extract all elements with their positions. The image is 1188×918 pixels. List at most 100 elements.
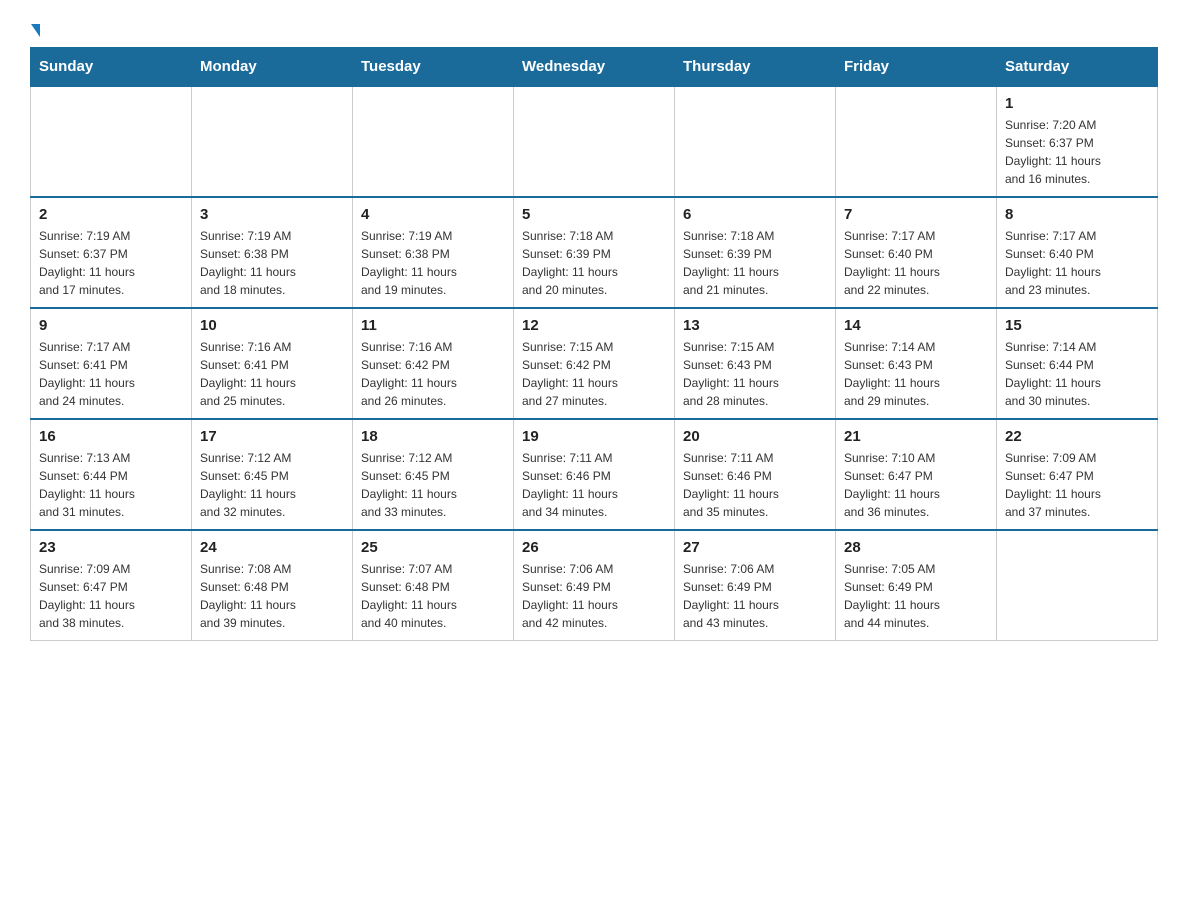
calendar-header-row: SundayMondayTuesdayWednesdayThursdayFrid…	[31, 48, 1158, 87]
day-number: 9	[39, 317, 183, 334]
day-number: 15	[1005, 317, 1149, 334]
calendar-cell	[353, 86, 514, 197]
day-info: Sunrise: 7:17 AM Sunset: 6:40 PM Dayligh…	[844, 227, 988, 299]
day-number: 13	[683, 317, 827, 334]
calendar-cell: 16 Sunrise: 7:13 AM Sunset: 6:44 PM Dayli…	[31, 419, 192, 530]
day-number: 26	[522, 539, 666, 556]
calendar-cell: 18 Sunrise: 7:12 AM Sunset: 6:45 PM Dayli…	[353, 419, 514, 530]
calendar-week-row: 9 Sunrise: 7:17 AM Sunset: 6:41 PM Daylig…	[31, 308, 1158, 419]
day-info: Sunrise: 7:17 AM Sunset: 6:40 PM Dayligh…	[1005, 227, 1149, 299]
day-info: Sunrise: 7:16 AM Sunset: 6:42 PM Dayligh…	[361, 338, 505, 410]
day-info: Sunrise: 7:06 AM Sunset: 6:49 PM Dayligh…	[683, 560, 827, 632]
calendar-cell: 9 Sunrise: 7:17 AM Sunset: 6:41 PM Daylig…	[31, 308, 192, 419]
calendar-cell: 23 Sunrise: 7:09 AM Sunset: 6:47 PM Dayli…	[31, 530, 192, 641]
day-number: 7	[844, 206, 988, 223]
day-number: 25	[361, 539, 505, 556]
day-number: 24	[200, 539, 344, 556]
weekday-header-saturday: Saturday	[997, 48, 1158, 87]
calendar-week-row: 23 Sunrise: 7:09 AM Sunset: 6:47 PM Dayli…	[31, 530, 1158, 641]
calendar-cell: 11 Sunrise: 7:16 AM Sunset: 6:42 PM Dayli…	[353, 308, 514, 419]
calendar-cell: 8 Sunrise: 7:17 AM Sunset: 6:40 PM Daylig…	[997, 197, 1158, 308]
day-info: Sunrise: 7:18 AM Sunset: 6:39 PM Dayligh…	[522, 227, 666, 299]
calendar-table: SundayMondayTuesdayWednesdayThursdayFrid…	[30, 47, 1158, 641]
day-number: 16	[39, 428, 183, 445]
day-info: Sunrise: 7:14 AM Sunset: 6:44 PM Dayligh…	[1005, 338, 1149, 410]
day-number: 8	[1005, 206, 1149, 223]
day-number: 21	[844, 428, 988, 445]
day-info: Sunrise: 7:14 AM Sunset: 6:43 PM Dayligh…	[844, 338, 988, 410]
day-number: 17	[200, 428, 344, 445]
day-number: 1	[1005, 95, 1149, 112]
day-info: Sunrise: 7:11 AM Sunset: 6:46 PM Dayligh…	[683, 449, 827, 521]
day-info: Sunrise: 7:07 AM Sunset: 6:48 PM Dayligh…	[361, 560, 505, 632]
day-info: Sunrise: 7:09 AM Sunset: 6:47 PM Dayligh…	[39, 560, 183, 632]
calendar-cell: 26 Sunrise: 7:06 AM Sunset: 6:49 PM Dayli…	[514, 530, 675, 641]
calendar-cell: 13 Sunrise: 7:15 AM Sunset: 6:43 PM Dayli…	[675, 308, 836, 419]
day-info: Sunrise: 7:08 AM Sunset: 6:48 PM Dayligh…	[200, 560, 344, 632]
weekday-header-tuesday: Tuesday	[353, 48, 514, 87]
day-number: 20	[683, 428, 827, 445]
calendar-cell: 2Sunrise: 7:19 AM Sunset: 6:37 PM Daylig…	[31, 197, 192, 308]
weekday-header-sunday: Sunday	[31, 48, 192, 87]
calendar-cell: 1 Sunrise: 7:20 AM Sunset: 6:37 PM Daylig…	[997, 86, 1158, 197]
calendar-cell: 7 Sunrise: 7:17 AM Sunset: 6:40 PM Daylig…	[836, 197, 997, 308]
day-number: 4	[361, 206, 505, 223]
day-info: Sunrise: 7:09 AM Sunset: 6:47 PM Dayligh…	[1005, 449, 1149, 521]
calendar-cell	[192, 86, 353, 197]
day-number: 19	[522, 428, 666, 445]
weekday-header-wednesday: Wednesday	[514, 48, 675, 87]
day-info: Sunrise: 7:16 AM Sunset: 6:41 PM Dayligh…	[200, 338, 344, 410]
weekday-header-thursday: Thursday	[675, 48, 836, 87]
calendar-cell: 12 Sunrise: 7:15 AM Sunset: 6:42 PM Dayli…	[514, 308, 675, 419]
calendar-cell: 4 Sunrise: 7:19 AM Sunset: 6:38 PM Daylig…	[353, 197, 514, 308]
calendar-cell: 25 Sunrise: 7:07 AM Sunset: 6:48 PM Dayli…	[353, 530, 514, 641]
logo	[30, 20, 40, 37]
day-number: 3	[200, 206, 344, 223]
calendar-cell: 17 Sunrise: 7:12 AM Sunset: 6:45 PM Dayli…	[192, 419, 353, 530]
day-number: 23	[39, 539, 183, 556]
day-number: 2	[39, 206, 183, 223]
day-info: Sunrise: 7:19 AM Sunset: 6:38 PM Dayligh…	[200, 227, 344, 299]
calendar-cell: 27Sunrise: 7:06 AM Sunset: 6:49 PM Dayli…	[675, 530, 836, 641]
day-info: Sunrise: 7:15 AM Sunset: 6:42 PM Dayligh…	[522, 338, 666, 410]
calendar-cell: 22 Sunrise: 7:09 AM Sunset: 6:47 PM Dayli…	[997, 419, 1158, 530]
calendar-cell	[997, 530, 1158, 641]
calendar-cell: 24 Sunrise: 7:08 AM Sunset: 6:48 PM Dayli…	[192, 530, 353, 641]
calendar-cell: 19 Sunrise: 7:11 AM Sunset: 6:46 PM Dayli…	[514, 419, 675, 530]
day-info: Sunrise: 7:13 AM Sunset: 6:44 PM Dayligh…	[39, 449, 183, 521]
day-number: 5	[522, 206, 666, 223]
day-number: 12	[522, 317, 666, 334]
day-number: 11	[361, 317, 505, 334]
day-info: Sunrise: 7:12 AM Sunset: 6:45 PM Dayligh…	[200, 449, 344, 521]
day-info: Sunrise: 7:15 AM Sunset: 6:43 PM Dayligh…	[683, 338, 827, 410]
calendar-cell: 28 Sunrise: 7:05 AM Sunset: 6:49 PM Dayli…	[836, 530, 997, 641]
calendar-week-row: 16 Sunrise: 7:13 AM Sunset: 6:44 PM Dayli…	[31, 419, 1158, 530]
day-info: Sunrise: 7:17 AM Sunset: 6:41 PM Dayligh…	[39, 338, 183, 410]
calendar-cell: 15 Sunrise: 7:14 AM Sunset: 6:44 PM Dayli…	[997, 308, 1158, 419]
day-info: Sunrise: 7:06 AM Sunset: 6:49 PM Dayligh…	[522, 560, 666, 632]
day-info: Sunrise: 7:10 AM Sunset: 6:47 PM Dayligh…	[844, 449, 988, 521]
calendar-cell: 20 Sunrise: 7:11 AM Sunset: 6:46 PM Dayli…	[675, 419, 836, 530]
day-number: 18	[361, 428, 505, 445]
calendar-cell: 14Sunrise: 7:14 AM Sunset: 6:43 PM Dayli…	[836, 308, 997, 419]
logo-triangle-icon	[31, 24, 40, 37]
day-info: Sunrise: 7:20 AM Sunset: 6:37 PM Dayligh…	[1005, 116, 1149, 188]
day-info: Sunrise: 7:18 AM Sunset: 6:39 PM Dayligh…	[683, 227, 827, 299]
day-info: Sunrise: 7:12 AM Sunset: 6:45 PM Dayligh…	[361, 449, 505, 521]
day-number: 22	[1005, 428, 1149, 445]
calendar-cell: 21 Sunrise: 7:10 AM Sunset: 6:47 PM Dayli…	[836, 419, 997, 530]
calendar-cell	[836, 86, 997, 197]
calendar-week-row: 2Sunrise: 7:19 AM Sunset: 6:37 PM Daylig…	[31, 197, 1158, 308]
day-number: 28	[844, 539, 988, 556]
day-info: Sunrise: 7:11 AM Sunset: 6:46 PM Dayligh…	[522, 449, 666, 521]
day-info: Sunrise: 7:19 AM Sunset: 6:38 PM Dayligh…	[361, 227, 505, 299]
weekday-header-friday: Friday	[836, 48, 997, 87]
calendar-cell: 10Sunrise: 7:16 AM Sunset: 6:41 PM Dayli…	[192, 308, 353, 419]
page-header	[30, 20, 1158, 37]
day-info: Sunrise: 7:05 AM Sunset: 6:49 PM Dayligh…	[844, 560, 988, 632]
calendar-cell	[514, 86, 675, 197]
weekday-header-monday: Monday	[192, 48, 353, 87]
calendar-cell: 5 Sunrise: 7:18 AM Sunset: 6:39 PM Daylig…	[514, 197, 675, 308]
calendar-cell	[31, 86, 192, 197]
calendar-cell: 3 Sunrise: 7:19 AM Sunset: 6:38 PM Daylig…	[192, 197, 353, 308]
